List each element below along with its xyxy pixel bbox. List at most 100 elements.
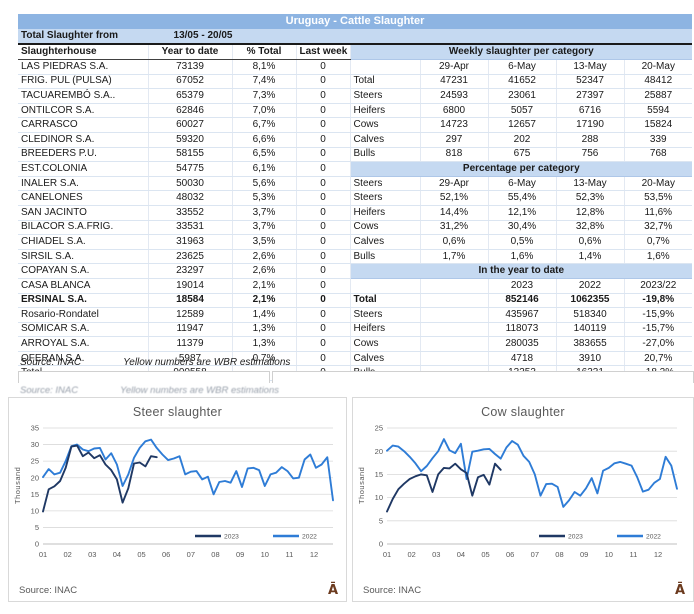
- ytd-row-cell: 518340: [556, 308, 624, 323]
- last-week-value: 0: [296, 74, 350, 89]
- weekly-row-cell: 17190: [556, 118, 624, 133]
- weekly-date-row-cell: 6-May: [488, 60, 556, 75]
- slaughterhouse-name: Rosario-Rondatel: [18, 308, 148, 323]
- slaughterhouse-name: CLEDINOR S.A.: [18, 132, 148, 147]
- table-row: CASA BLANCA190142,1%0202320222023/22: [18, 278, 692, 293]
- svg-text:Thousand: Thousand: [13, 467, 22, 504]
- slaughterhouse-name: CARRASCO: [18, 118, 148, 133]
- table-row: FRIG. PUL (PULSA)670527,4%0Total47231416…: [18, 74, 692, 89]
- ytd-row-cell: [420, 337, 488, 352]
- pct-total-value: 6,7%: [232, 118, 296, 133]
- table-row: BREEDERS P.U.581556,5%0Bulls818675756768: [18, 147, 692, 162]
- ytd-row-cell: Calves: [350, 351, 420, 366]
- weekly-row-cell: 6800: [420, 103, 488, 118]
- weekly-row-cell: Heifers: [350, 103, 420, 118]
- pct-total-value: 6,1%: [232, 162, 296, 177]
- percentage-row-cell: 32,8%: [556, 220, 624, 235]
- percentage-row-cell: 1,6%: [488, 249, 556, 264]
- ytd-row-cell: -15,7%: [624, 322, 692, 337]
- weekly-row-cell: 27397: [556, 89, 624, 104]
- ytd-row-cell: [420, 293, 488, 308]
- svg-text:20: 20: [375, 447, 383, 456]
- year-to-date-value: 54775: [148, 162, 232, 177]
- table-row: ONTILCOR S.A.628467,0%0Heifers6800505767…: [18, 103, 692, 118]
- date-range: 13/05 - 20/05: [148, 29, 258, 43]
- ytd-row-cell: 383655: [556, 337, 624, 352]
- svg-text:35: 35: [31, 424, 39, 433]
- percentage-date-row-cell: 6-May: [488, 176, 556, 191]
- svg-text:0: 0: [35, 540, 39, 549]
- year-to-date-value: 48032: [148, 191, 232, 206]
- last-week-value: 0: [296, 337, 350, 352]
- weekly-row-cell: 41652: [488, 74, 556, 89]
- ghost-estimation-note: Yellow numbers are WBR estimations: [120, 385, 279, 396]
- year-to-date-value: 73139: [148, 60, 232, 75]
- chart-source: Source: INAC: [363, 585, 421, 596]
- cow-slaughter-chart: Cow slaughter0510152025Thousand010203040…: [352, 397, 694, 602]
- last-week-value: 0: [296, 220, 350, 235]
- percentage-row-cell: 12,1%: [488, 205, 556, 220]
- percentage-date-row-cell: 13-May: [556, 176, 624, 191]
- weekly-row-cell: 23061: [488, 89, 556, 104]
- chart-title: Steer slaughter: [9, 405, 346, 419]
- subtitle-row: Total Slaughter from 13/05 - 20/05: [18, 29, 692, 43]
- percentage-row-cell: 52,1%: [420, 191, 488, 206]
- svg-text:08: 08: [211, 550, 219, 559]
- slaughterhouse-name: FRIG. PUL (PULSA): [18, 74, 148, 89]
- percentage-row-cell: 14,4%: [420, 205, 488, 220]
- weekly-date-row-cell: 13-May: [556, 60, 624, 75]
- percentage-row-cell: 31,2%: [420, 220, 488, 235]
- percentage-row-cell: Cows: [350, 220, 420, 235]
- year-to-date-value: 11379: [148, 337, 232, 352]
- weekly-row-cell: 52347: [556, 74, 624, 89]
- last-week-value: 0: [296, 103, 350, 118]
- table-row: CANELONES480325,3%0Steers52,1%55,4%52,3%…: [18, 191, 692, 206]
- svg-text:Thousand: Thousand: [357, 467, 366, 504]
- svg-text:0: 0: [379, 540, 383, 549]
- svg-text:01: 01: [383, 550, 391, 559]
- pct-total-value: 7,3%: [232, 89, 296, 104]
- weekly-row-cell: Calves: [350, 132, 420, 147]
- svg-text:12: 12: [310, 550, 318, 559]
- weekly-row-cell: 5057: [488, 103, 556, 118]
- table-row: CLEDINOR S.A.593206,6%0Calves29720228833…: [18, 132, 692, 147]
- source-label: Source: INAC: [20, 357, 81, 368]
- weekly-row-cell: 24593: [420, 89, 488, 104]
- column-header: Slaughterhouse: [18, 44, 148, 60]
- year-to-date-value: 12589: [148, 308, 232, 323]
- last-week-value: 0: [296, 249, 350, 264]
- slaughterhouse-name: INALER S.A.: [18, 176, 148, 191]
- slaughterhouse-name: CHIADEL S.A.: [18, 235, 148, 250]
- svg-text:15: 15: [31, 490, 39, 499]
- chart-source: Source: INAC: [19, 585, 77, 596]
- ytd-row-cell: -27,0%: [624, 337, 692, 352]
- svg-text:11: 11: [286, 550, 294, 559]
- last-week-value: 0: [296, 205, 350, 220]
- svg-text:25: 25: [375, 424, 383, 433]
- weekly-row-cell: 675: [488, 147, 556, 162]
- source-row: Source: INACYellow numbers are WBR estim…: [20, 357, 290, 368]
- last-week-value: 0: [296, 162, 350, 177]
- percentage-row-cell: 0,6%: [420, 235, 488, 250]
- table-row: TACUAREMBÓ S.A..653797,3%0Steers24593230…: [18, 89, 692, 104]
- percentage-row-cell: 30,4%: [488, 220, 556, 235]
- ytd-year-row-cell: [420, 278, 488, 293]
- svg-text:2023: 2023: [224, 533, 239, 540]
- weekly-row-cell: Cows: [350, 118, 420, 133]
- svg-text:09: 09: [580, 550, 588, 559]
- pct-total-value: 6,6%: [232, 132, 296, 147]
- pct-total-value: 2,1%: [232, 293, 296, 308]
- percentage-row-cell: 12,8%: [556, 205, 624, 220]
- ytd-row-cell: 1062355: [556, 293, 624, 308]
- slaughterhouse-name: ONTILCOR S.A.: [18, 103, 148, 118]
- weekly-row-cell: 768: [624, 147, 692, 162]
- steer-slaughter-chart: Steer slaughter05101520253035Thousand010…: [8, 397, 347, 602]
- percentage-row-cell: 52,3%: [556, 191, 624, 206]
- percentage-row-cell: 55,4%: [488, 191, 556, 206]
- column-header: % Total: [232, 44, 296, 60]
- slaughterhouse-name: COPAYAN S.A.: [18, 264, 148, 279]
- year-to-date-value: 19014: [148, 278, 232, 293]
- percentage-date-row-cell: Steers: [350, 176, 420, 191]
- ytd-row-cell: 4718: [488, 351, 556, 366]
- svg-text:12: 12: [654, 550, 662, 559]
